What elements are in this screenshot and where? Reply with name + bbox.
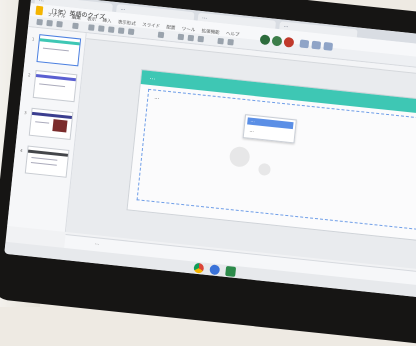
thumb-band — [35, 74, 76, 82]
textbox-icon[interactable] — [98, 25, 105, 32]
list-icon[interactable] — [227, 38, 234, 46]
redo-icon[interactable] — [46, 19, 53, 27]
italic-icon[interactable] — [187, 34, 195, 42]
slide-title[interactable]: … — [149, 74, 156, 82]
thumb-band — [31, 111, 73, 120]
thumb-image — [52, 119, 68, 133]
laptop-device: … … … … （1年）英語のクイズ ファイル 編集 表示 挿入 表示形式 スラ… — [0, 0, 416, 346]
comment-icon[interactable] — [299, 39, 310, 49]
thumb-line — [35, 121, 50, 124]
align-icon[interactable] — [217, 37, 224, 45]
slide-number: 3 — [23, 110, 27, 116]
slide-number: 1 — [31, 36, 35, 42]
thumb-line — [31, 157, 58, 161]
spellcheck-menu: … … — [242, 114, 297, 144]
slide-thumbnail[interactable]: 1 — [32, 34, 82, 67]
collaborator-avatar-icon[interactable] — [271, 35, 283, 47]
files-icon[interactable] — [225, 265, 237, 277]
undo-icon[interactable] — [36, 18, 43, 26]
shape-icon[interactable] — [117, 27, 125, 34]
collaborator-avatar-icon[interactable] — [283, 36, 295, 48]
slide-canvas: … … … … — [65, 33, 416, 270]
current-slide[interactable]: … … … … — [126, 69, 416, 244]
slide-textbox[interactable]: … … … — [136, 88, 416, 231]
chrome-icon[interactable] — [193, 262, 205, 274]
screen: … … … … （1年）英語のクイズ ファイル 編集 表示 挿入 表示形式 スラ… — [4, 0, 416, 298]
thumb-band — [39, 38, 80, 46]
image-icon[interactable] — [107, 26, 115, 33]
share-icon[interactable] — [323, 41, 334, 51]
slide-number: 4 — [19, 147, 23, 154]
collaborator-avatar-icon[interactable] — [259, 34, 271, 46]
zoom-icon[interactable] — [72, 22, 79, 30]
menu-item[interactable]: … — [246, 127, 292, 139]
underline-icon[interactable] — [197, 35, 205, 43]
print-icon[interactable] — [56, 20, 63, 28]
slides-icon — [35, 5, 44, 16]
slide-thumbnail[interactable]: 4 — [20, 145, 70, 178]
line-icon[interactable] — [127, 28, 135, 36]
font-icon[interactable] — [157, 31, 165, 39]
thumb-line — [42, 47, 69, 52]
textbox-content[interactable]: … — [154, 95, 160, 101]
thumb-line — [39, 83, 66, 88]
cursor-icon[interactable] — [88, 24, 95, 31]
slide-number: 2 — [27, 72, 31, 78]
slide-thumbnail[interactable]: 2 — [28, 69, 78, 103]
thumb-band — [27, 149, 69, 157]
camera-icon[interactable] — [209, 264, 221, 276]
thumb-line — [30, 161, 57, 166]
bold-icon[interactable] — [177, 33, 185, 41]
present-icon[interactable] — [311, 40, 322, 50]
slide-thumbnail[interactable]: 3 — [24, 107, 74, 141]
notes-placeholder: … — [94, 241, 100, 247]
